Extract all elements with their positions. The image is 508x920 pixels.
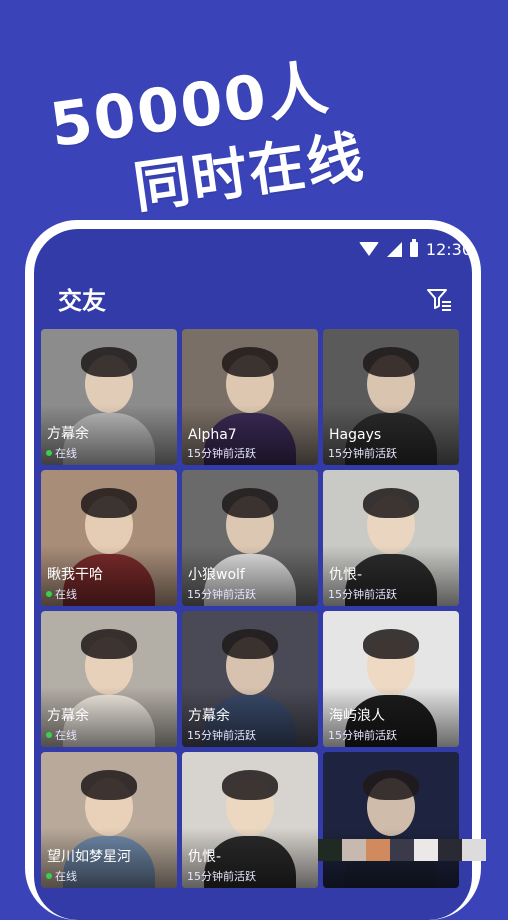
photo-hair bbox=[81, 488, 137, 518]
photo-hair bbox=[363, 629, 419, 659]
user-status: 15分钟前活跃 bbox=[328, 586, 397, 602]
status-text: 15分钟前活跃 bbox=[328, 588, 397, 601]
photo-hair bbox=[81, 770, 137, 800]
user-card[interactable]: 小狼wolf 15分钟前活跃 bbox=[182, 470, 318, 606]
photo-hair bbox=[363, 770, 419, 800]
user-status: 在线 bbox=[46, 445, 77, 461]
user-name: 瞅我干哈 bbox=[47, 567, 103, 583]
user-name: 仇恨- bbox=[329, 567, 363, 583]
user-card[interactable]: 仇恨- 15分钟前活跃 bbox=[182, 752, 318, 888]
user-name: 方幕余 bbox=[47, 708, 89, 724]
online-dot-icon bbox=[46, 873, 52, 879]
status-time: 12:30 bbox=[425, 239, 472, 259]
status-text: 15分钟前活跃 bbox=[187, 447, 256, 460]
signal-icon bbox=[386, 241, 402, 257]
user-card[interactable]: 仇恨- 15分钟前活跃 bbox=[323, 470, 459, 606]
status-text: 在线 bbox=[55, 588, 77, 601]
status-bar: 12:30 bbox=[332, 235, 472, 263]
user-status: 15分钟前活跃 bbox=[187, 445, 256, 461]
status-text: 在线 bbox=[55, 447, 77, 460]
online-dot-icon bbox=[46, 591, 52, 597]
user-status: 15分钟前活跃 bbox=[328, 445, 397, 461]
status-text: 15分钟前活跃 bbox=[328, 729, 397, 742]
user-card[interactable]: 方幕余 在线 bbox=[41, 329, 177, 465]
photo-hair bbox=[81, 629, 137, 659]
status-text: 15分钟前活跃 bbox=[187, 588, 256, 601]
user-name: Alpha7 bbox=[188, 427, 237, 443]
photo-hair bbox=[222, 347, 278, 377]
phone-frame: 12:30 交友 方幕余 在线 Alpha7 15分钟前活跃 Hagays 15分钟前活跃… bbox=[25, 220, 481, 920]
user-status: 15分钟前活跃 bbox=[328, 727, 397, 743]
photo-hair bbox=[363, 347, 419, 377]
user-grid: 方幕余 在线 Alpha7 15分钟前活跃 Hagays 15分钟前活跃 瞅我干哈 在线 小狼w… bbox=[41, 329, 459, 888]
photo-hair bbox=[222, 629, 278, 659]
user-name: 望川如梦星河 bbox=[47, 849, 131, 865]
app-screen: 12:30 交友 方幕余 在线 Alpha7 15分钟前活跃 Hagays 15分钟前活跃… bbox=[34, 229, 472, 920]
status-text: 15分钟前活跃 bbox=[328, 447, 397, 460]
photo-hair bbox=[222, 488, 278, 518]
user-card[interactable] bbox=[323, 752, 459, 888]
wifi-icon bbox=[358, 242, 379, 256]
user-name: 方幕余 bbox=[188, 708, 230, 724]
status-text: 在线 bbox=[55, 870, 77, 883]
user-status: 15分钟前活跃 bbox=[187, 586, 256, 602]
online-dot-icon bbox=[46, 450, 52, 456]
photo-hair bbox=[81, 347, 137, 377]
user-status: 在线 bbox=[46, 727, 77, 743]
user-card[interactable]: 方幕余 15分钟前活跃 bbox=[182, 611, 318, 747]
page-title: 交友 bbox=[58, 287, 106, 315]
user-status: 在线 bbox=[46, 586, 77, 602]
user-status: 15分钟前活跃 bbox=[187, 727, 256, 743]
user-card[interactable]: 方幕余 在线 bbox=[41, 611, 177, 747]
user-name: 小狼wolf bbox=[188, 567, 245, 583]
user-name: 海屿浪人 bbox=[329, 708, 385, 724]
user-card[interactable]: Hagays 15分钟前活跃 bbox=[323, 329, 459, 465]
online-dot-icon bbox=[46, 732, 52, 738]
status-text: 15分钟前活跃 bbox=[187, 729, 256, 742]
user-card[interactable]: Alpha7 15分钟前活跃 bbox=[182, 329, 318, 465]
status-text: 15分钟前活跃 bbox=[187, 870, 256, 883]
user-card[interactable]: 望川如梦星河在线 bbox=[41, 752, 177, 888]
user-name: 方幕余 bbox=[47, 426, 89, 442]
photo-hair bbox=[363, 488, 419, 518]
user-status: 15分钟前活跃 bbox=[187, 868, 256, 884]
user-card[interactable]: 瞅我干哈在线 bbox=[41, 470, 177, 606]
photo-hair bbox=[222, 770, 278, 800]
watermark-mosaic bbox=[318, 839, 486, 861]
user-name: 仇恨- bbox=[188, 849, 222, 865]
user-status: 在线 bbox=[46, 868, 77, 884]
status-text: 在线 bbox=[55, 729, 77, 742]
filter-icon[interactable] bbox=[426, 287, 452, 311]
user-card[interactable]: 海屿浪人 15分钟前活跃 bbox=[323, 611, 459, 747]
battery-icon bbox=[409, 238, 418, 257]
user-name: Hagays bbox=[329, 427, 382, 443]
